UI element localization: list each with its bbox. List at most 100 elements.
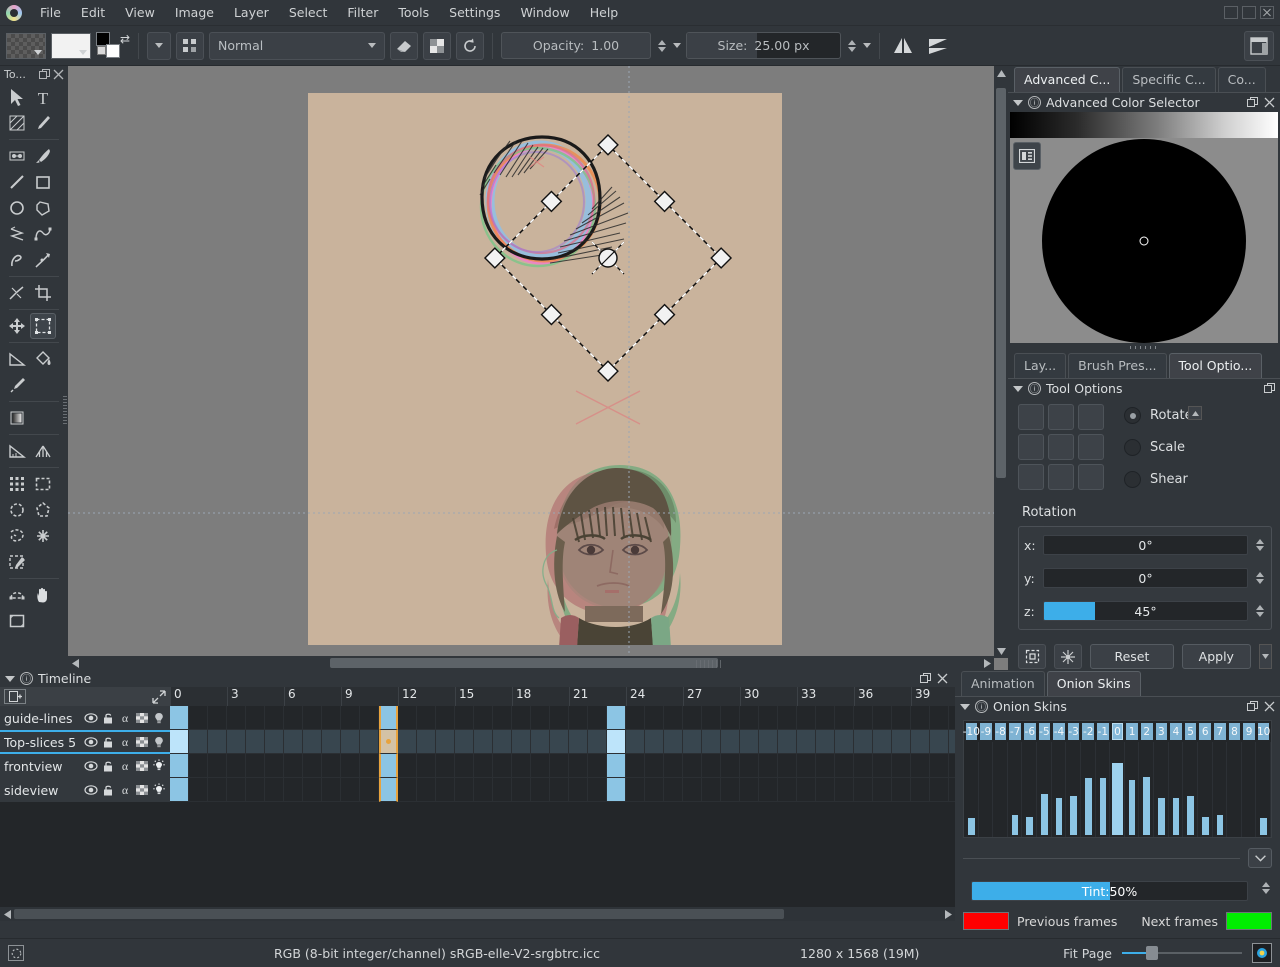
transform-mode-scale[interactable]: Scale [1124,439,1193,456]
menu-settings[interactable]: Settings [439,1,510,24]
onion-column[interactable] [993,742,1008,837]
timeline-cell[interactable] [873,778,892,802]
timeline-ruler[interactable]: 03691215182124273033363942 [170,687,955,706]
timeline-cell[interactable] [645,754,664,778]
workspace-chooser-icon[interactable] [1244,31,1274,61]
chevron-down-icon[interactable] [1248,848,1272,868]
timeline-cell[interactable] [835,706,854,730]
transform-bounds-icon[interactable] [1018,644,1046,669]
crop-tool[interactable] [30,280,56,306]
timeline-track[interactable] [170,730,955,754]
anchor-middle-right[interactable] [1078,434,1104,460]
float-dock-icon[interactable] [39,69,50,80]
timeline-cell[interactable] [455,706,474,730]
timeline-cell[interactable] [284,778,303,802]
bezier-selection-tool[interactable] [4,582,30,608]
horizontal-scroll-thumb[interactable] [330,658,718,668]
timeline-cell[interactable] [664,730,683,754]
close-dock-icon[interactable] [1264,701,1275,712]
timeline-cell[interactable] [797,706,816,730]
pattern-swatch-icon[interactable] [51,33,91,59]
eraser-mode-icon[interactable] [390,32,418,60]
rotation-z-input[interactable]: 45° [1043,601,1248,621]
timeline-cell[interactable] [303,778,322,802]
timeline-cell[interactable] [569,778,588,802]
onion-frame-label-6[interactable]: 6 [1199,723,1211,740]
onion-skin-bulb-icon[interactable] [152,735,166,749]
timeline-cell[interactable] [911,754,930,778]
timeline-cell[interactable] [341,730,360,754]
timeline-cell[interactable] [455,754,474,778]
rotation-x-input[interactable]: 0° [1043,535,1248,555]
menu-filter[interactable]: Filter [337,1,388,24]
timeline-cell[interactable] [417,706,436,730]
onion-skin-bulb-active-icon[interactable] [152,783,166,797]
timeline-cell[interactable] [645,730,664,754]
timeline-cell[interactable] [379,754,398,778]
timeline-cell[interactable] [208,730,227,754]
timeline-cell[interactable] [208,778,227,802]
menu-view[interactable]: View [115,1,165,24]
onion-opacity-bar-6[interactable] [1202,817,1209,835]
timeline-cell[interactable] [436,754,455,778]
tab-tool-optio[interactable]: Tool Optio... [1169,353,1263,378]
timeline-cell[interactable] [835,754,854,778]
timeline-cell[interactable] [170,778,189,802]
timeline-cell[interactable] [322,754,341,778]
timeline-cell[interactable] [341,778,360,802]
rotation-y-input[interactable]: 0° [1043,568,1248,588]
size-slider[interactable]: Size: 25.00 px [686,32,841,59]
selection-status-icon[interactable] [8,945,24,961]
tab-co[interactable]: Co... [1218,67,1266,92]
polygon-tool[interactable] [30,195,56,221]
menu-layer[interactable]: Layer [224,1,279,24]
timeline-cell[interactable] [664,754,683,778]
timeline-cell[interactable] [208,706,227,730]
timeline-cell[interactable] [474,730,493,754]
timeline-horizontal-scrollbar[interactable] [0,907,955,921]
timeline-cell[interactable] [436,778,455,802]
timeline-cell[interactable] [607,706,626,730]
opacity-options-chevron-icon[interactable] [673,43,681,48]
timeline-tick-0[interactable]: 0 [170,687,182,706]
canvas-horizontal-scrollbar[interactable] [68,656,994,670]
timeline-cell[interactable] [626,778,645,802]
timeline-cell[interactable] [455,778,474,802]
bezier-curve-tool[interactable] [30,221,56,247]
onion-frame-label--3[interactable]: -3 [1068,723,1080,740]
timeline-cell[interactable] [854,778,873,802]
timeline-cell[interactable] [911,706,930,730]
timeline-cell[interactable] [930,706,949,730]
rectangular-selection-tool[interactable] [30,471,56,497]
timeline-cell[interactable] [664,778,683,802]
anchor-middle-left[interactable] [1018,434,1044,460]
timeline-cell[interactable] [436,706,455,730]
gradient-tool[interactable] [4,405,30,431]
liquify-icon[interactable] [1054,644,1082,669]
blending-mode-combo[interactable]: Normal [209,32,385,60]
timeline-cell[interactable] [303,730,322,754]
timeline-cell[interactable] [436,730,455,754]
timeline-cell[interactable] [493,730,512,754]
onion-opacity-bar--5[interactable] [1041,794,1048,835]
fill-tool[interactable] [30,346,56,372]
timeline-cell[interactable] [645,706,664,730]
timeline-cell[interactable] [873,730,892,754]
timeline-cell[interactable] [550,778,569,802]
anchor-bottom-right[interactable] [1078,464,1104,490]
timeline-track[interactable] [170,778,955,802]
onion-frame-label-5[interactable]: 5 [1185,723,1197,740]
preserve-alpha-icon[interactable] [423,32,451,60]
scroll-right-arrow-icon[interactable] [980,656,994,670]
next-frames-color-swatch[interactable] [1226,912,1272,930]
scroll-left-arrow-icon[interactable] [68,656,82,670]
onion-frame-label--4[interactable]: -4 [1053,723,1065,740]
polyline-tool[interactable] [4,221,30,247]
timeline-cell[interactable] [702,730,721,754]
timeline-cell[interactable] [816,778,835,802]
timeline-cell[interactable] [626,754,645,778]
foreground-background-colors[interactable]: ⇄ [96,32,130,60]
timeline-tick-18[interactable]: 18 [512,687,531,706]
timeline-cell[interactable] [721,778,740,802]
tab-onion-skins[interactable]: Onion Skins [1047,671,1141,696]
